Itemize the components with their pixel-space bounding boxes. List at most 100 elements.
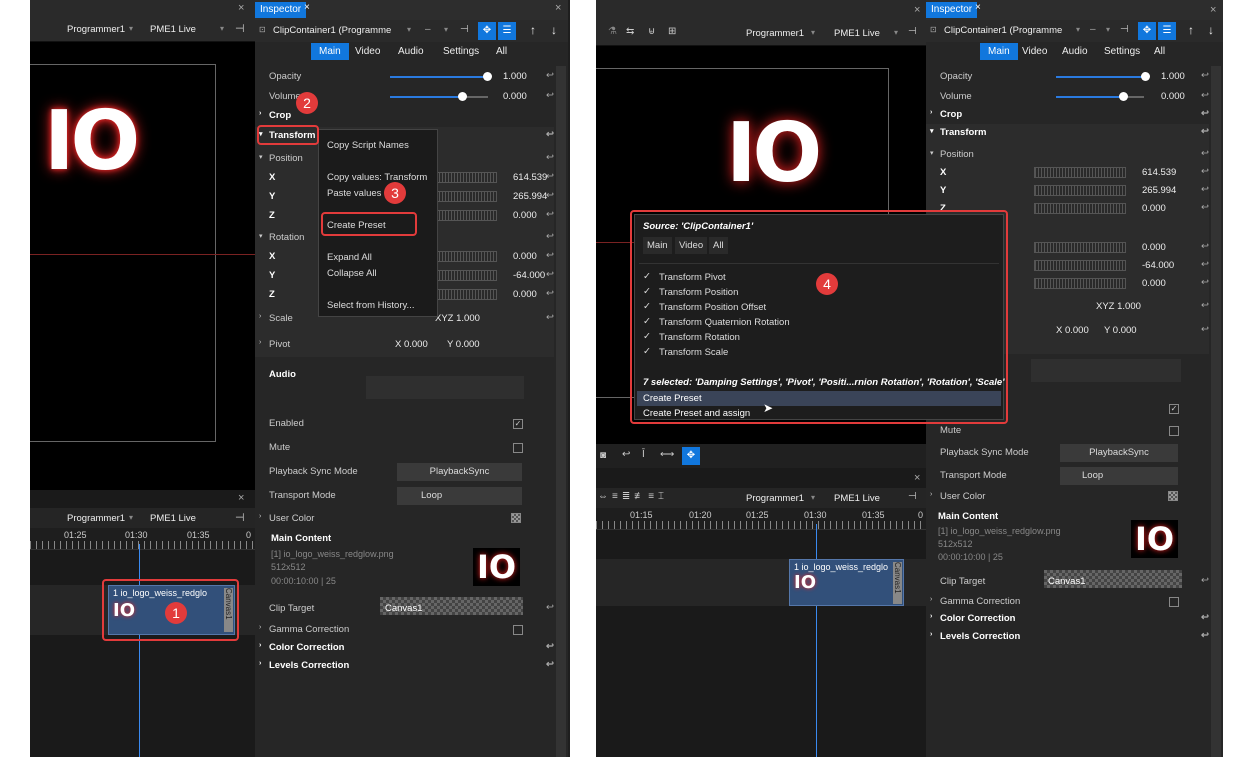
y-slider[interactable] (1034, 185, 1126, 196)
pivot-x-value[interactable]: X 0.000 (1056, 325, 1089, 336)
programmer-select[interactable]: Programmer1 (746, 493, 804, 504)
reset-icon[interactable]: ↩ (1201, 126, 1209, 137)
programmer-select[interactable]: Programmer1 (746, 28, 804, 39)
menu-item-expand-all[interactable]: Expand All (327, 252, 372, 263)
minus-icon[interactable]: – (425, 24, 431, 35)
rotation-z-value[interactable]: 0.000 (1142, 278, 1166, 289)
timeline-clip[interactable]: 1 io_logo_weiss_redglo Canvas1 IO (789, 559, 904, 606)
reset-icon[interactable]: ↩ (1201, 259, 1209, 270)
opacity-knob[interactable] (483, 72, 492, 81)
tab-main[interactable]: Main (311, 43, 349, 60)
gamma-checkbox[interactable] (1169, 597, 1179, 607)
menu-item-select-history[interactable]: Select from History... (327, 300, 414, 311)
close-icon[interactable]: × (1210, 4, 1216, 16)
inspector-tab[interactable]: Inspector (926, 2, 978, 18)
rotation-x-value[interactable]: 0.000 (1142, 242, 1166, 253)
menu-item-collapse-all[interactable]: Collapse All (327, 268, 377, 279)
z-slider[interactable] (435, 289, 497, 300)
minus-icon[interactable]: – (1090, 24, 1096, 35)
dropdown-arrow-icon[interactable]: ▾ (220, 24, 224, 33)
reset-icon[interactable]: ↩ (1201, 575, 1209, 586)
y-slider[interactable] (435, 270, 497, 281)
reset-icon[interactable]: ↩ (546, 190, 554, 201)
arrow-up-icon[interactable]: ↑ (1188, 23, 1194, 37)
programmer-select[interactable]: Programmer1 (67, 24, 125, 35)
tab-video[interactable]: Video (1022, 46, 1047, 57)
tab-all[interactable]: All (496, 46, 507, 57)
menu-item-copy-values[interactable]: Copy values: Transform (327, 172, 427, 183)
pme-select[interactable]: PME1 Live (834, 28, 880, 39)
x-slider[interactable] (1034, 167, 1126, 178)
levels-correction-row[interactable]: › Levels Correction ↩ (926, 628, 1209, 646)
volume-value[interactable]: 0.000 (503, 91, 527, 102)
close-icon[interactable]: × (238, 2, 244, 14)
timeline-ruler[interactable]: 01:15 01:20 01:25 01:30 01:35 0 (596, 508, 926, 530)
x-slider[interactable] (1034, 242, 1126, 253)
opacity-value[interactable]: 1.000 (503, 71, 527, 82)
toolbar-icon[interactable]: ⊌ (648, 26, 655, 37)
rotation-x-value[interactable]: 0.000 (513, 251, 537, 262)
menu-item-paste-values[interactable]: Paste values (327, 188, 381, 199)
inspector-scrollbar[interactable] (556, 66, 566, 757)
gamma-row[interactable]: › Gamma Correction (255, 621, 554, 639)
text-cursor-icon[interactable]: Ī (642, 449, 645, 460)
mute-checkbox[interactable] (513, 443, 523, 453)
rotation-y-value[interactable]: -64.000 (1142, 260, 1174, 271)
close-icon[interactable]: × (555, 2, 561, 14)
pme-select[interactable]: PME1 Live (150, 513, 196, 524)
list-icon[interactable]: ☰ (1158, 22, 1176, 40)
volume-knob[interactable] (458, 92, 467, 101)
reset-icon[interactable]: ↩ (1201, 90, 1209, 101)
transport-select[interactable]: Loop (397, 487, 522, 505)
reset-icon[interactable]: ↩ (1201, 612, 1209, 623)
opacity-value[interactable]: 1.000 (1161, 71, 1185, 82)
dropdown-arrow-icon[interactable]: ▾ (1106, 25, 1110, 34)
reset-icon[interactable]: ↩ (546, 231, 554, 242)
pin-icon[interactable]: ⊣ (235, 511, 245, 524)
list-icon[interactable]: ☰ (498, 22, 516, 40)
crop-row[interactable]: › Crop ↩ (926, 106, 1209, 124)
reset-icon[interactable]: ↩ (546, 250, 554, 261)
reset-icon[interactable]: ↩ (1201, 202, 1209, 213)
close-icon[interactable]: × (914, 472, 920, 484)
reset-icon[interactable]: ↩ (546, 641, 554, 652)
dropdown-arrow-icon[interactable]: ▾ (407, 25, 411, 34)
pin-icon[interactable]: ⊣ (908, 26, 917, 37)
mute-checkbox[interactable] (1169, 426, 1179, 436)
pivot-y-value[interactable]: Y 0.000 (447, 339, 480, 350)
dropdown-arrow-icon[interactable]: ▾ (1076, 25, 1080, 34)
undo-icon[interactable]: ↩ (622, 449, 630, 460)
tab-all[interactable]: All (1154, 46, 1165, 57)
toolbar-icon[interactable]: ⚗ (608, 26, 617, 37)
reset-icon[interactable]: ↩ (546, 129, 554, 140)
volume-slider[interactable] (390, 96, 462, 98)
dropdown-arrow-icon[interactable]: ▾ (444, 25, 448, 34)
x-slider[interactable] (435, 251, 497, 262)
tab-main[interactable]: Main (980, 43, 1018, 60)
z-slider[interactable] (1034, 278, 1126, 289)
dropdown-arrow-icon[interactable]: ▾ (129, 513, 133, 522)
transform-row[interactable]: ▾ Transform ↩ (926, 124, 1209, 142)
volume-knob[interactable] (1119, 92, 1128, 101)
rotation-z-value[interactable]: 0.000 (513, 289, 537, 300)
close-icon[interactable]: × (304, 2, 310, 13)
reset-icon[interactable]: ↩ (546, 171, 554, 182)
camera-icon[interactable]: ◙ (600, 450, 606, 461)
reset-icon[interactable]: ↩ (546, 602, 554, 613)
sync-select[interactable]: PlaybackSync (397, 463, 522, 481)
gamma-row[interactable]: › Gamma Correction (926, 593, 1209, 611)
reset-icon[interactable]: ↩ (1201, 148, 1209, 159)
gamma-checkbox[interactable] (513, 625, 523, 635)
position-x-value[interactable]: 614.539 (513, 172, 547, 183)
dropdown-arrow-icon[interactable]: ▾ (811, 493, 815, 502)
fit-width-icon[interactable]: ⟷ (660, 449, 674, 460)
y-slider[interactable] (1034, 260, 1126, 271)
position-y-value[interactable]: 265.994 (513, 191, 547, 202)
transport-select[interactable]: Loop (1060, 467, 1178, 485)
reset-icon[interactable]: ↩ (1201, 70, 1209, 81)
reset-icon[interactable]: ↩ (546, 70, 554, 81)
tab-settings[interactable]: Settings (1104, 46, 1140, 57)
reset-icon[interactable]: ↩ (546, 209, 554, 220)
reset-icon[interactable]: ↩ (1201, 241, 1209, 252)
inspector-scrollbar[interactable] (1211, 66, 1221, 757)
